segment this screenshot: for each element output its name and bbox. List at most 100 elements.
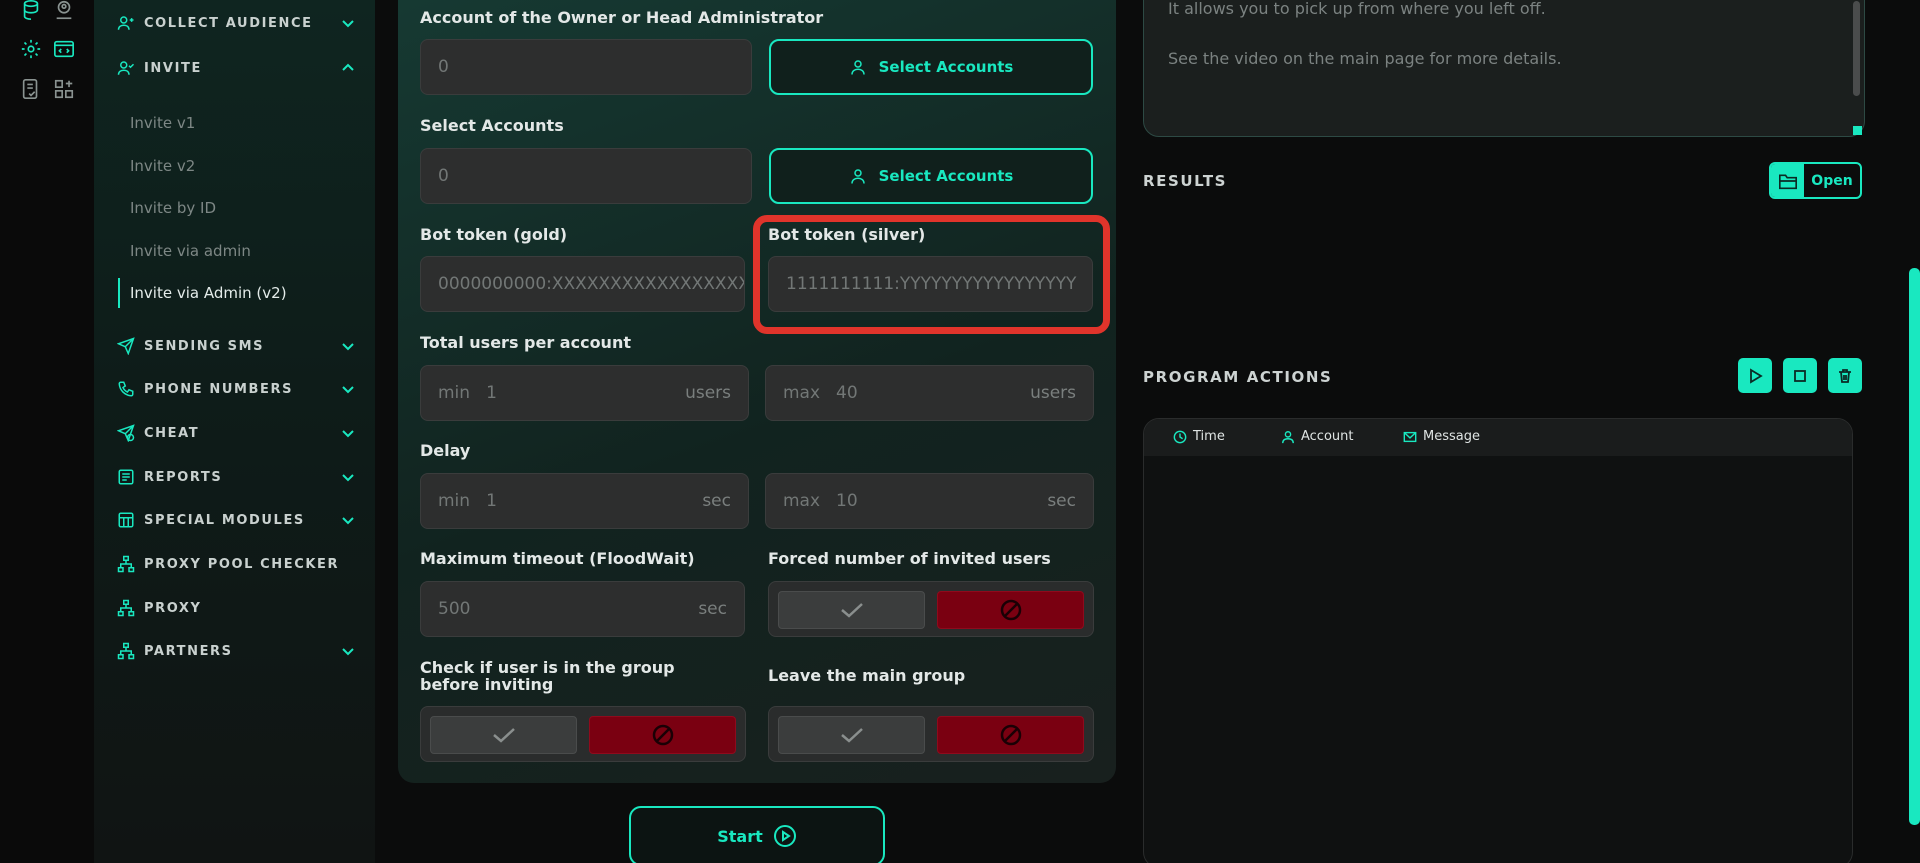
select-accounts-button[interactable]: Select Accounts bbox=[769, 148, 1093, 204]
folder-icon bbox=[1771, 164, 1804, 197]
users-max-value: 40 bbox=[836, 383, 858, 403]
submenu-invite-by-id[interactable]: Invite by ID bbox=[118, 187, 348, 230]
min-prefix: min bbox=[438, 491, 471, 511]
check-icon bbox=[840, 603, 863, 618]
bot-token-silver-input[interactable]: 1111111111:YYYYYYYYYYYYYYYYY bbox=[768, 256, 1093, 312]
network-icon bbox=[116, 598, 136, 618]
ban-icon bbox=[1000, 724, 1021, 746]
submenu-invite-via-admin[interactable]: Invite via admin bbox=[118, 230, 348, 273]
toggle-off-button[interactable] bbox=[937, 716, 1084, 754]
code-window-icon[interactable] bbox=[52, 37, 76, 61]
report-icon bbox=[116, 467, 136, 487]
bot-token-gold-label: Bot token (gold) bbox=[420, 225, 568, 244]
ban-icon bbox=[1000, 599, 1021, 621]
open-results-button[interactable]: Open bbox=[1769, 162, 1862, 199]
page-scrollbar[interactable] bbox=[1909, 268, 1920, 825]
delay-min-field[interactable]: min 1 sec bbox=[420, 473, 749, 529]
nav-phone-numbers[interactable]: PHONE NUMBERS bbox=[116, 376, 356, 402]
nav-reports[interactable]: REPORTS bbox=[116, 464, 356, 490]
users-min-field[interactable]: min 1 users bbox=[420, 365, 749, 421]
checklist-icon[interactable] bbox=[19, 77, 43, 101]
check-icon bbox=[492, 728, 515, 743]
send-check-icon bbox=[116, 423, 136, 443]
info-box: It allows you to pick up from where you … bbox=[1143, 0, 1865, 137]
start-button[interactable]: Start bbox=[629, 806, 885, 863]
time-column: Time bbox=[1173, 429, 1225, 444]
chevron-down-icon bbox=[342, 517, 354, 525]
network-icon bbox=[116, 554, 136, 574]
resize-handle[interactable] bbox=[1853, 126, 1862, 135]
nav-collect-audience[interactable]: COLLECT AUDIENCE bbox=[116, 10, 356, 36]
toggle-off-button[interactable] bbox=[589, 716, 736, 754]
min-prefix: min bbox=[438, 383, 471, 403]
info-scrollbar[interactable] bbox=[1853, 1, 1860, 96]
actions-log: Time Account Message bbox=[1143, 418, 1853, 863]
toggle-on-button[interactable] bbox=[778, 716, 925, 754]
delay-label: Delay bbox=[420, 441, 471, 460]
nav-label: REPORTS bbox=[144, 469, 223, 485]
nav-invite[interactable]: INVITE bbox=[116, 55, 356, 81]
max-timeout-field[interactable]: 500 sec bbox=[420, 581, 745, 637]
chevron-down-icon bbox=[342, 430, 354, 438]
stop-button[interactable] bbox=[1783, 358, 1817, 393]
nav-label: PROXY bbox=[144, 600, 202, 616]
bot-token-gold-input[interactable]: 0000000000:XXXXXXXXXXXXXXXXX bbox=[420, 256, 745, 312]
nav-sending-sms[interactable]: SENDING SMS bbox=[116, 333, 356, 359]
nav-label: COLLECT AUDIENCE bbox=[144, 15, 313, 31]
play-icon bbox=[1750, 367, 1763, 384]
nav-proxy[interactable]: PROXY bbox=[116, 595, 356, 621]
sec-unit: sec bbox=[1047, 491, 1076, 511]
submenu-invite-via-admin-v2[interactable]: Invite via Admin (v2) bbox=[118, 272, 348, 315]
chevron-up-icon bbox=[342, 63, 354, 71]
submenu-invite-v2[interactable]: Invite v2 bbox=[118, 145, 348, 188]
program-actions-title: PROGRAM ACTIONS bbox=[1143, 368, 1333, 386]
add-user-icon bbox=[116, 58, 136, 78]
users-icon bbox=[116, 13, 136, 33]
users-min-value: 1 bbox=[486, 383, 497, 403]
chevron-down-icon bbox=[342, 474, 354, 482]
leave-group-toggle bbox=[768, 706, 1094, 762]
users-max-field[interactable]: max 40 users bbox=[765, 365, 1094, 421]
toggle-off-button[interactable] bbox=[937, 591, 1084, 629]
icon-rail bbox=[0, 0, 94, 863]
trash-icon bbox=[1839, 368, 1851, 383]
sec-unit: sec bbox=[698, 599, 727, 619]
modules-icon bbox=[116, 510, 136, 530]
toggle-on-button[interactable] bbox=[430, 716, 577, 754]
play-button[interactable] bbox=[1738, 358, 1772, 393]
network-icon bbox=[116, 641, 136, 661]
invite-submenu: Invite v1 Invite v2 Invite by ID Invite … bbox=[118, 102, 348, 315]
phone-icon bbox=[116, 379, 136, 399]
total-users-label: Total users per account bbox=[420, 333, 631, 352]
check-group-toggle bbox=[420, 706, 746, 762]
chevron-down-icon bbox=[342, 386, 354, 394]
open-label: Open bbox=[1811, 172, 1853, 189]
user-location-icon[interactable] bbox=[52, 0, 76, 22]
clock-icon bbox=[1173, 430, 1187, 443]
delay-max-value: 10 bbox=[836, 491, 858, 511]
nav-cheat[interactable]: CHEAT bbox=[116, 420, 356, 446]
nav-special-modules[interactable]: SPECIAL MODULES bbox=[116, 507, 356, 533]
timeout-value: 500 bbox=[438, 599, 471, 619]
owner-account-field[interactable]: 0 bbox=[420, 39, 752, 95]
info-line-1: It allows you to pick up from where you … bbox=[1168, 0, 1546, 18]
nav-proxy-pool-checker[interactable]: PROXY POOL CHECKER bbox=[116, 551, 356, 577]
play-circle-icon bbox=[773, 825, 796, 847]
results-title: RESULTS bbox=[1143, 172, 1228, 190]
sec-unit: sec bbox=[702, 491, 731, 511]
submenu-invite-v1[interactable]: Invite v1 bbox=[118, 102, 348, 145]
database-icon[interactable] bbox=[19, 0, 43, 22]
users-unit: users bbox=[685, 383, 731, 403]
gear-icon[interactable] bbox=[19, 37, 43, 61]
grid-icon[interactable] bbox=[52, 77, 76, 101]
toggle-on-button[interactable] bbox=[778, 591, 925, 629]
nav-partners[interactable]: PARTNERS bbox=[116, 638, 356, 664]
users-unit: users bbox=[1030, 383, 1076, 403]
clear-log-button[interactable] bbox=[1828, 358, 1862, 393]
max-timeout-label: Maximum timeout (FloodWait) bbox=[420, 549, 695, 568]
user-icon bbox=[850, 60, 865, 75]
select-accounts-field[interactable]: 0 bbox=[420, 148, 752, 204]
select-owner-accounts-button[interactable]: Select Accounts bbox=[769, 39, 1093, 95]
delay-max-field[interactable]: max 10 sec bbox=[765, 473, 1094, 529]
time-column-label: Time bbox=[1193, 429, 1225, 444]
